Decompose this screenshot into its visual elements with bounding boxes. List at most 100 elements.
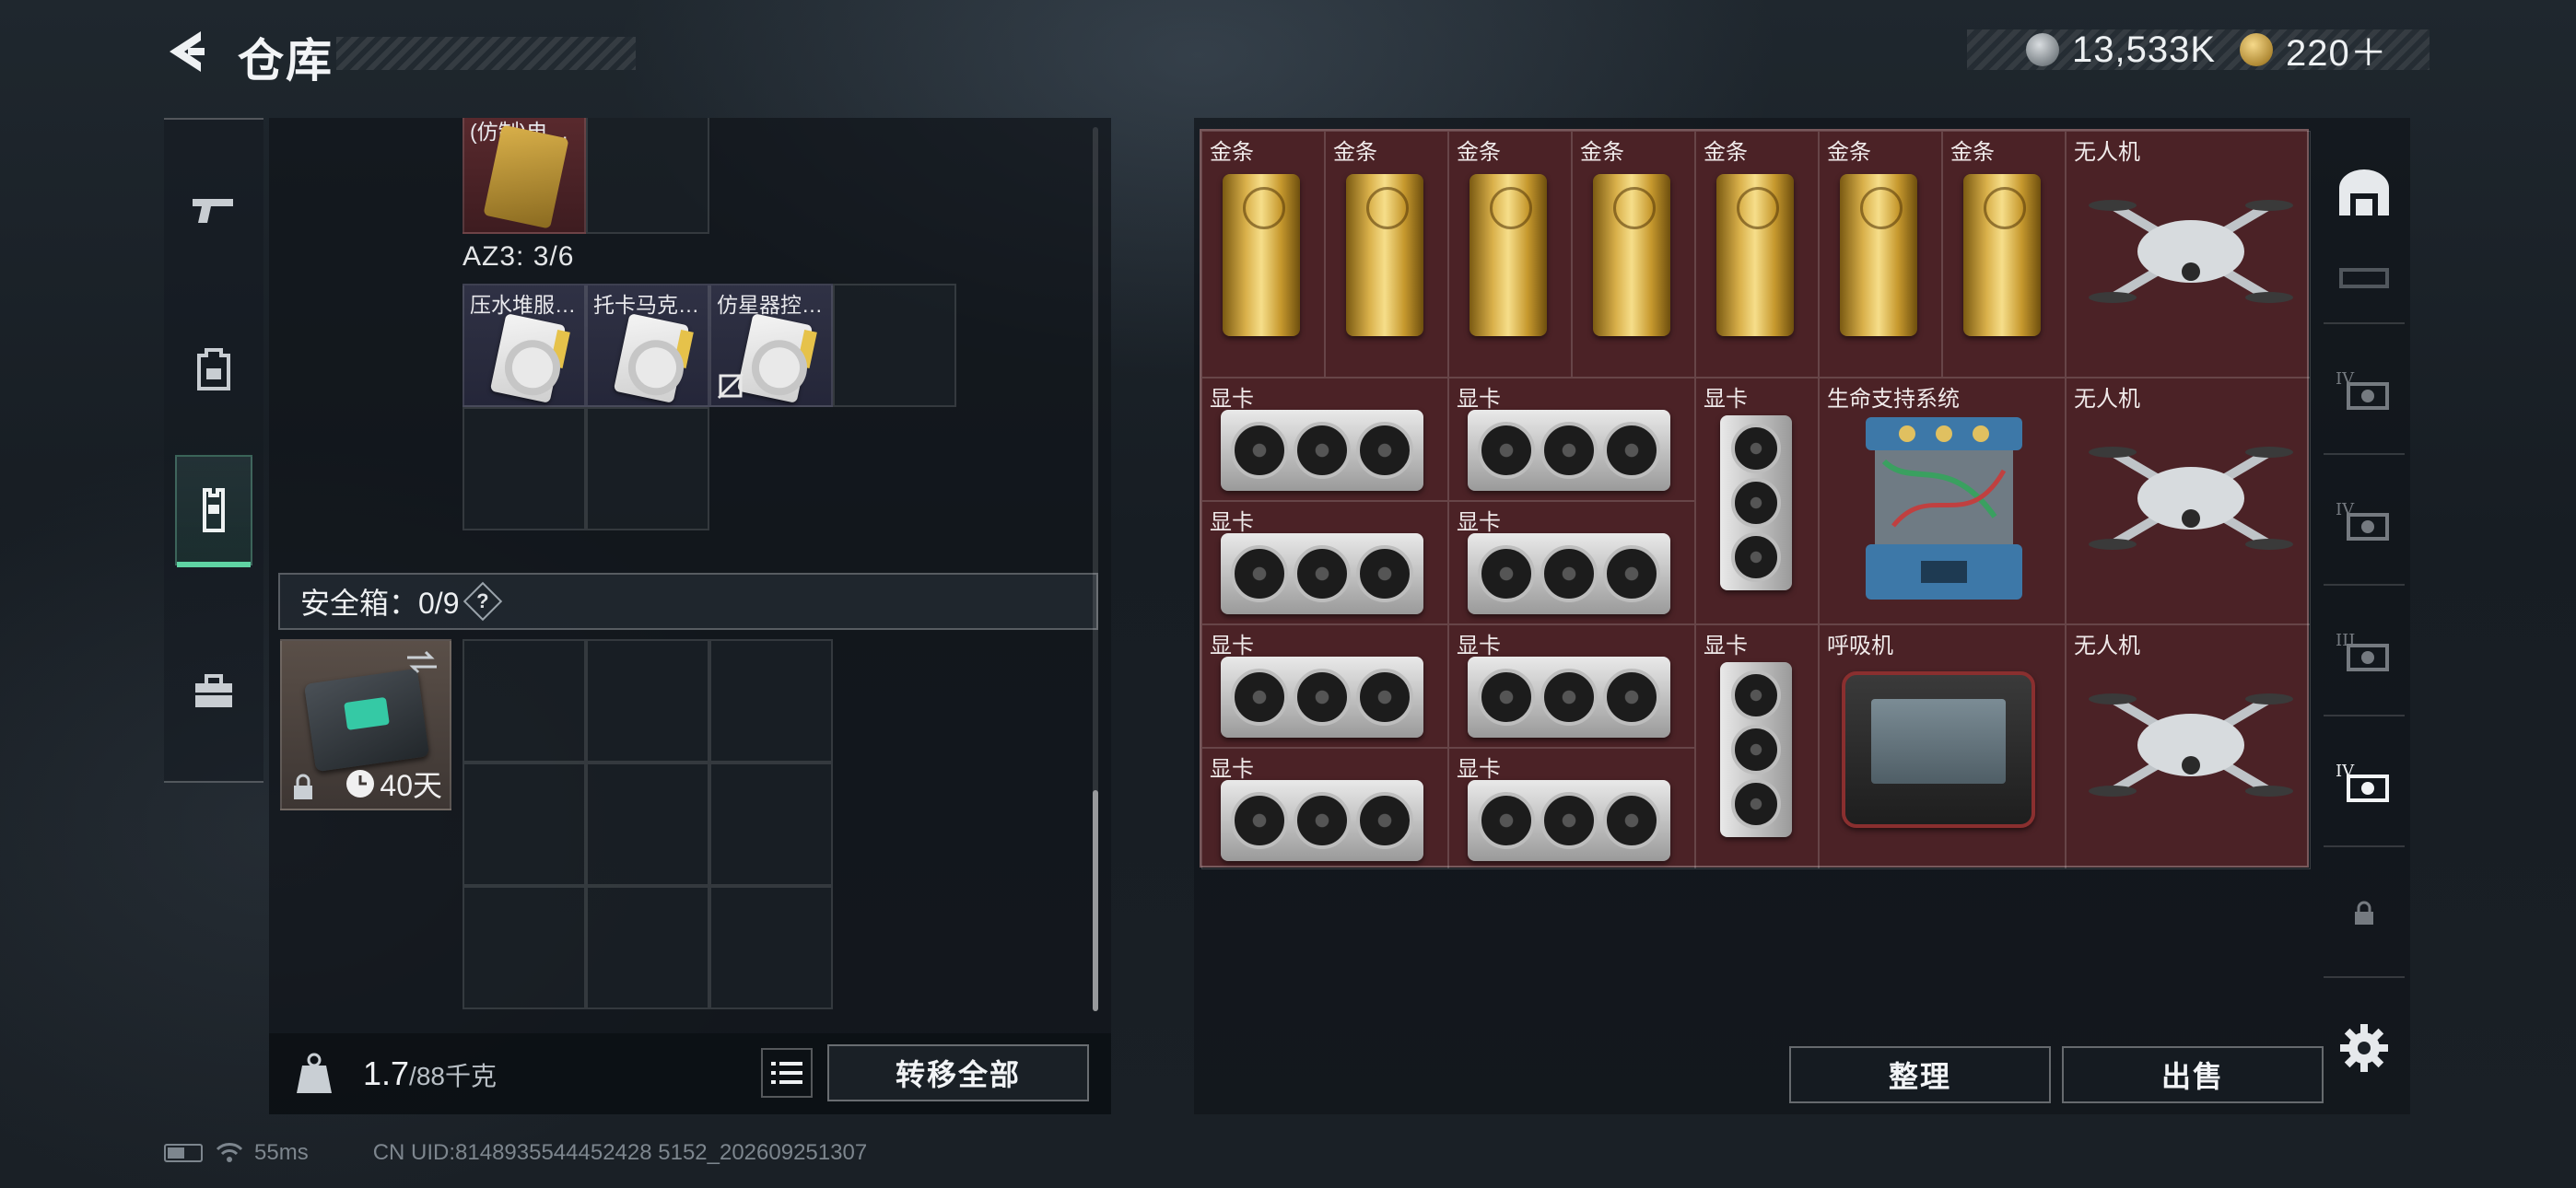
gold-bar-icon <box>1223 174 1300 336</box>
life-support-item[interactable]: 生命支持系统 <box>1819 378 2066 624</box>
az3-item-3[interactable]: 仿星器控… <box>709 284 833 407</box>
gpu-icon <box>1720 662 1792 837</box>
stash-tab-iv-2[interactable]: IV <box>2333 490 2395 553</box>
gpu-item[interactable]: 显卡 <box>1201 624 1448 748</box>
nav-briefcase[interactable] <box>175 637 252 748</box>
gold-bar-icon <box>1593 174 1670 336</box>
secure-case-item[interactable]: 40天 <box>280 639 451 810</box>
gold-bar-item[interactable]: 金条 <box>1572 131 1695 378</box>
help-icon[interactable]: ? <box>463 581 502 622</box>
gpu-icon <box>1221 657 1423 738</box>
document-pack-icon <box>613 313 694 403</box>
stash-tab-iii[interactable]: III <box>2333 621 2395 683</box>
drone-item[interactable]: 无人机 <box>2066 378 2311 624</box>
secure-slot[interactable] <box>463 763 586 886</box>
gpu-icon <box>1468 780 1670 861</box>
secure-slot[interactable] <box>586 886 709 1009</box>
gold-bar-item[interactable]: 金条 <box>1325 131 1448 378</box>
gold-bar-icon <box>1840 174 1917 336</box>
settings-button[interactable] <box>2338 1022 2390 1074</box>
drone-item[interactable]: 无人机 <box>2066 131 2311 378</box>
gpu-item[interactable]: 显卡 <box>1201 748 1448 869</box>
grid-slot[interactable] <box>586 118 709 234</box>
drone-item[interactable]: 无人机 <box>2066 624 2311 869</box>
gold-bar-item[interactable]: 金条 <box>1819 131 1942 378</box>
document-pack-icon <box>489 313 570 403</box>
gold-bar-icon <box>1469 174 1547 336</box>
pistol-icon <box>193 199 233 223</box>
az3-item-2[interactable]: 托卡马克… <box>586 284 709 407</box>
no-transfer-icon <box>717 372 744 400</box>
gpu-item[interactable]: 显卡 <box>1448 378 1695 501</box>
gold-bar-item[interactable]: 金条 <box>1695 131 1819 378</box>
stash-grade-icon <box>2339 268 2389 288</box>
secure-slot[interactable] <box>586 639 709 763</box>
nav-backpack[interactable] <box>175 313 252 424</box>
gold-bar-item[interactable]: 金条 <box>1448 131 1572 378</box>
sort-button[interactable]: 整理 <box>1789 1046 2051 1103</box>
stash-tab-locked[interactable] <box>2333 882 2395 945</box>
warehouse-icon <box>2339 169 2389 215</box>
gpu-item[interactable]: 显卡 <box>1201 501 1448 624</box>
gold-bar-item[interactable]: 金条 <box>1201 131 1325 378</box>
gold-bar-icon <box>1963 174 2041 336</box>
ping-value: 55ms <box>254 1140 309 1165</box>
loadout-panel: (仿制)电… AZ3: 3/6 压水堆服… 托卡马克… 仿星器控… 安全箱：0/… <box>269 118 1111 1114</box>
grade-iv-case-icon: IV <box>2336 500 2389 541</box>
back-arrow-icon <box>170 31 205 72</box>
grid-slot[interactable] <box>833 284 956 407</box>
secure-slot[interactable] <box>709 763 833 886</box>
item-name: 压水堆服… <box>470 293 576 317</box>
stash-tab-iv-1[interactable]: IV <box>2333 359 2395 422</box>
gpu-item[interactable]: 显卡 <box>1201 378 1448 501</box>
grade-iv-case-icon: IV <box>2336 762 2389 802</box>
secure-slot[interactable] <box>586 763 709 886</box>
carry-weight: 1.7/88千克 <box>363 1054 497 1092</box>
scrollbar-thumb[interactable] <box>1093 790 1098 1011</box>
battery-icon <box>164 1144 203 1162</box>
gpu-item[interactable]: 显卡 <box>1695 624 1819 869</box>
stash-main-tab[interactable] <box>2333 162 2395 225</box>
sell-button[interactable]: 出售 <box>2062 1046 2324 1103</box>
loadout-footer: 1.7/88千克 转移全部 <box>269 1033 1111 1114</box>
title-decoration <box>336 37 636 70</box>
container-capacity-label: AZ3: 3/6 <box>463 241 575 272</box>
user-uid: CN UID:8148935544452428 5152_20260925130… <box>372 1140 868 1165</box>
stash-grid: 金条 金条 金条 金条 金条 金条 金条 无人机 无人机 无人机 显卡 显卡 显… <box>1200 129 2311 869</box>
secure-slot[interactable] <box>709 639 833 763</box>
stash-tab-iv-active[interactable]: IV <box>2333 751 2395 814</box>
secure-case-icon <box>303 668 430 773</box>
top-item-cell[interactable]: (仿制)电… <box>463 118 586 234</box>
gpu-icon <box>1221 780 1423 861</box>
secure-slot[interactable] <box>463 886 586 1009</box>
gpu-item[interactable]: 显卡 <box>1448 624 1695 748</box>
az3-item-1[interactable]: 压水堆服… <box>463 284 586 407</box>
back-button[interactable] <box>164 28 212 76</box>
lock-icon <box>2355 901 2373 925</box>
list-view-button[interactable] <box>761 1048 813 1098</box>
gpu-item[interactable]: 显卡 <box>1448 501 1695 624</box>
wifi-icon <box>216 1143 243 1162</box>
briefcase-icon <box>195 674 232 707</box>
grid-slot[interactable] <box>463 407 586 530</box>
gpu-item[interactable]: 显卡 <box>1448 748 1695 869</box>
stash-tab-partial[interactable] <box>2333 247 2395 309</box>
nav-vest[interactable] <box>175 455 252 567</box>
secure-container-label: 安全箱：0/9 <box>300 587 460 620</box>
gold-currency-value[interactable]: 220＋ <box>2286 23 2388 76</box>
gold-bar-item[interactable]: 金条 <box>1942 131 2066 378</box>
ventilator-item[interactable]: 呼吸机 <box>1819 624 2066 869</box>
nav-weapon[interactable] <box>175 155 252 265</box>
gpu-icon <box>1221 533 1423 614</box>
drone-icon <box>2089 693 2293 797</box>
secure-slot[interactable] <box>463 639 586 763</box>
gpu-item[interactable]: 显卡 <box>1695 378 1819 624</box>
gpu-icon <box>1468 657 1670 738</box>
item-name: 仿星器控… <box>717 293 823 317</box>
vest-icon <box>203 488 225 532</box>
currency-bar: 13,533K 220＋ <box>1967 29 2430 74</box>
transfer-all-button[interactable]: 转移全部 <box>827 1044 1089 1101</box>
secure-slot[interactable] <box>709 886 833 1009</box>
gpu-icon <box>1468 410 1670 491</box>
grid-slot[interactable] <box>586 407 709 530</box>
